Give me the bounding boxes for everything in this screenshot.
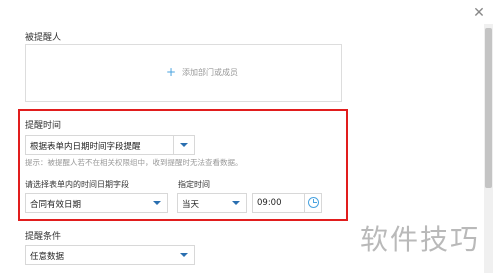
condition-label: 提醒条件	[25, 232, 62, 242]
day-value: 当天	[182, 200, 200, 210]
scrollbar-thumb[interactable]	[485, 28, 492, 188]
condition-value: 任意数据	[30, 252, 65, 262]
condition-select[interactable]: 任意数据	[25, 245, 195, 265]
chevron-down-icon	[173, 136, 194, 154]
close-icon[interactable]: ✕	[470, 4, 488, 22]
reminder-settings-panel: ✕ 被提醒人 + 添加部门或成员 提醒时间 根据表单内日期时间字段提醒 提示：被…	[0, 0, 500, 273]
permission-hint: 提示：被提醒人若不在相关权限组中，收到提醒时无法查看数据。	[25, 158, 243, 167]
chevron-down-icon	[226, 194, 246, 212]
date-field-label: 请选择表单内的时间日期字段	[25, 180, 129, 189]
watermark: 软件技巧	[360, 223, 481, 256]
specify-time-label: 指定时间	[178, 180, 210, 189]
remind-mode-select[interactable]: 根据表单内日期时间字段提醒	[25, 135, 195, 155]
plus-icon: +	[166, 65, 177, 79]
day-select[interactable]: 当天	[177, 193, 247, 213]
clock-icon[interactable]	[304, 193, 322, 213]
date-field-value: 合同有效日期	[30, 200, 82, 210]
time-value: 09:00	[257, 198, 282, 208]
date-field-select[interactable]: 合同有效日期	[25, 193, 168, 213]
add-member-area[interactable]: + 添加部门或成员	[25, 44, 342, 102]
remind-time-label: 提醒时间	[25, 121, 62, 131]
remind-mode-value: 根据表单内日期时间字段提醒	[30, 142, 141, 152]
add-member-label: 添加部门或成员	[182, 68, 238, 77]
reminded-label: 被提醒人	[25, 33, 62, 43]
chevron-down-icon	[174, 246, 194, 264]
chevron-down-icon	[147, 194, 167, 212]
